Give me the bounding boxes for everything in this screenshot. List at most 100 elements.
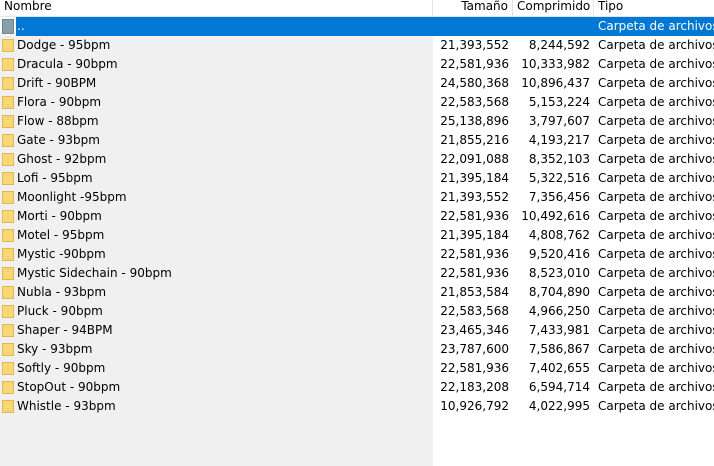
folder-icon bbox=[2, 134, 14, 147]
parent-folder-row[interactable]: .. Carpeta de archivos bbox=[0, 17, 714, 36]
row-name-cell: Gate - 93bpm bbox=[0, 131, 433, 150]
table-row[interactable]: Dracula - 90bpm 22,581,936 10,333,982 Carpe… bbox=[0, 55, 714, 74]
row-compressed: 7,586,867 bbox=[528, 342, 590, 356]
row-type: Carpeta de archivos bbox=[598, 228, 714, 242]
row-type: Carpeta de archivos bbox=[598, 57, 714, 71]
table-row[interactable]: Moonlight -95bpm 21,393,552 7,356,456 Carpe… bbox=[0, 188, 714, 207]
row-type: Carpeta de archivos bbox=[598, 190, 714, 204]
column-header-size[interactable]: Tamaño bbox=[433, 0, 513, 16]
row-compressed: 4,193,217 bbox=[528, 133, 590, 147]
table-row[interactable]: Ghost - 92bpm 22,091,088 8,352,103 Carpeta … bbox=[0, 150, 714, 169]
row-size: 22,583,568 bbox=[440, 304, 509, 318]
row-type: Carpeta de archivos bbox=[598, 209, 714, 223]
row-type: Carpeta de archivos bbox=[598, 114, 714, 128]
row-name: Pluck - 90bpm bbox=[17, 304, 103, 318]
row-size: 22,581,936 bbox=[440, 209, 509, 223]
row-size: 24,580,368 bbox=[440, 76, 509, 90]
column-header-type[interactable]: Tipo bbox=[594, 0, 714, 16]
folder-icon bbox=[2, 267, 14, 280]
row-type: Carpeta de archivos bbox=[598, 247, 714, 261]
table-row[interactable]: Whistle - 93bpm 10,926,792 4,022,995 Carpet… bbox=[0, 397, 714, 416]
row-size: 21,853,584 bbox=[440, 285, 509, 299]
row-name-cell: Flow - 88bpm bbox=[0, 112, 433, 131]
row-name-cell: Ghost - 92bpm bbox=[0, 150, 433, 169]
row-compressed: 10,492,616 bbox=[521, 209, 590, 223]
row-name: Softly - 90bpm bbox=[17, 361, 106, 375]
table-row[interactable]: Morti - 90bpm 22,581,936 10,492,616 Carpeta… bbox=[0, 207, 714, 226]
column-header-name[interactable]: Nombre bbox=[0, 0, 433, 16]
folder-icon bbox=[2, 381, 14, 394]
folder-icon bbox=[2, 77, 14, 90]
table-row[interactable]: Motel - 95bpm 21,395,184 4,808,762 Carpeta … bbox=[0, 226, 714, 245]
folder-icon bbox=[2, 96, 14, 109]
table-row[interactable]: StopOut - 90bpm 22,183,208 6,594,714 Carpet… bbox=[0, 378, 714, 397]
row-size: 22,581,936 bbox=[440, 57, 509, 71]
row-type: Carpeta de archivos bbox=[598, 285, 714, 299]
row-size: 22,091,088 bbox=[440, 152, 509, 166]
row-compressed: 9,520,416 bbox=[528, 247, 590, 261]
folder-icon bbox=[2, 286, 14, 299]
row-name-cell: Mystic -90bpm bbox=[0, 245, 433, 264]
row-type: Carpeta de archivos bbox=[598, 399, 714, 413]
row-name: StopOut - 90bpm bbox=[17, 380, 121, 394]
row-name: Dodge - 95bpm bbox=[17, 38, 111, 52]
table-row[interactable]: Sky - 93bpm 23,787,600 7,586,867 Carpeta de… bbox=[0, 340, 714, 359]
row-name: Lofi - 95bpm bbox=[17, 171, 93, 185]
row-compressed: 10,333,982 bbox=[521, 57, 590, 71]
row-name-cell: Shaper - 94BPM bbox=[0, 321, 433, 340]
row-compressed: 8,704,890 bbox=[528, 285, 590, 299]
table-row[interactable]: Shaper - 94BPM 23,465,346 7,433,981 Carpeta… bbox=[0, 321, 714, 340]
table-row[interactable]: Flora - 90bpm 22,583,568 5,153,224 Carpeta … bbox=[0, 93, 714, 112]
row-name-cell: Sky - 93bpm bbox=[0, 340, 433, 359]
row-name-cell: Dodge - 95bpm bbox=[0, 36, 433, 55]
table-row[interactable]: Dodge - 95bpm 21,393,552 8,244,592 Carpeta … bbox=[0, 36, 714, 55]
row-type: Carpeta de archivos bbox=[598, 266, 714, 280]
table-row[interactable]: Mystic -90bpm 22,581,936 9,520,416 Carpeta … bbox=[0, 245, 714, 264]
row-size: 22,581,936 bbox=[440, 247, 509, 261]
row-name: Moonlight -95bpm bbox=[17, 190, 127, 204]
table-row[interactable]: Lofi - 95bpm 21,395,184 5,322,516 Carpeta d… bbox=[0, 169, 714, 188]
row-name-cell: Softly - 90bpm bbox=[0, 359, 433, 378]
row-name: Flora - 90bpm bbox=[17, 95, 102, 109]
row-type: Carpeta de archivos bbox=[598, 19, 714, 33]
row-name: Ghost - 92bpm bbox=[17, 152, 107, 166]
table-row[interactable]: Mystic Sidechain - 90bpm 22,581,936 8,523,… bbox=[0, 264, 714, 283]
row-type: Carpeta de archivos bbox=[598, 380, 714, 394]
folder-icon bbox=[2, 39, 14, 52]
table-row[interactable]: Nubla - 93bpm 21,853,584 8,704,890 Carpeta … bbox=[0, 283, 714, 302]
row-name-cell: Lofi - 95bpm bbox=[0, 169, 433, 188]
row-name: Motel - 95bpm bbox=[17, 228, 105, 242]
row-size: 10,926,792 bbox=[440, 399, 509, 413]
row-compressed: 4,966,250 bbox=[528, 304, 590, 318]
table-row[interactable]: Flow - 88bpm 25,138,896 3,797,607 Carpeta d… bbox=[0, 112, 714, 131]
row-name: Mystic -90bpm bbox=[17, 247, 106, 261]
row-name-cell: Motel - 95bpm bbox=[0, 226, 433, 245]
parent-folder-icon bbox=[2, 19, 14, 34]
folder-icon bbox=[2, 248, 14, 261]
row-compressed: 5,322,516 bbox=[528, 171, 590, 185]
row-type: Carpeta de archivos bbox=[598, 171, 714, 185]
table-row[interactable]: Pluck - 90bpm 22,583,568 4,966,250 Carpeta … bbox=[0, 302, 714, 321]
column-header-compressed[interactable]: Comprimido bbox=[513, 0, 594, 16]
row-name-cell: Pluck - 90bpm bbox=[0, 302, 433, 321]
row-name-cell: .. bbox=[0, 17, 433, 36]
row-type: Carpeta de archivos bbox=[598, 342, 714, 356]
folder-icon bbox=[2, 191, 14, 204]
table-row[interactable]: Gate - 93bpm 21,855,216 4,193,217 Carpeta d… bbox=[0, 131, 714, 150]
row-compressed: 4,022,995 bbox=[528, 399, 590, 413]
row-name: Morti - 90bpm bbox=[17, 209, 102, 223]
row-compressed: 8,523,010 bbox=[528, 266, 590, 280]
folder-icon bbox=[2, 362, 14, 375]
row-compressed: 7,433,981 bbox=[528, 323, 590, 337]
row-type: Carpeta de archivos bbox=[598, 38, 714, 52]
row-size: 23,465,346 bbox=[440, 323, 509, 337]
row-size: 22,581,936 bbox=[440, 266, 509, 280]
table-row[interactable]: Softly - 90bpm 22,581,936 7,402,655 Carpeta… bbox=[0, 359, 714, 378]
row-compressed: 3,797,607 bbox=[528, 114, 590, 128]
row-type: Carpeta de archivos bbox=[598, 323, 714, 337]
table-row[interactable]: Drift - 90BPM 24,580,368 10,896,437 Carpeta… bbox=[0, 74, 714, 93]
row-type: Carpeta de archivos bbox=[598, 152, 714, 166]
row-compressed: 8,244,592 bbox=[528, 38, 590, 52]
row-name: Flow - 88bpm bbox=[17, 114, 99, 128]
file-list: .. Carpeta de archivos Dodge - 95bpm 21,3… bbox=[0, 17, 714, 416]
